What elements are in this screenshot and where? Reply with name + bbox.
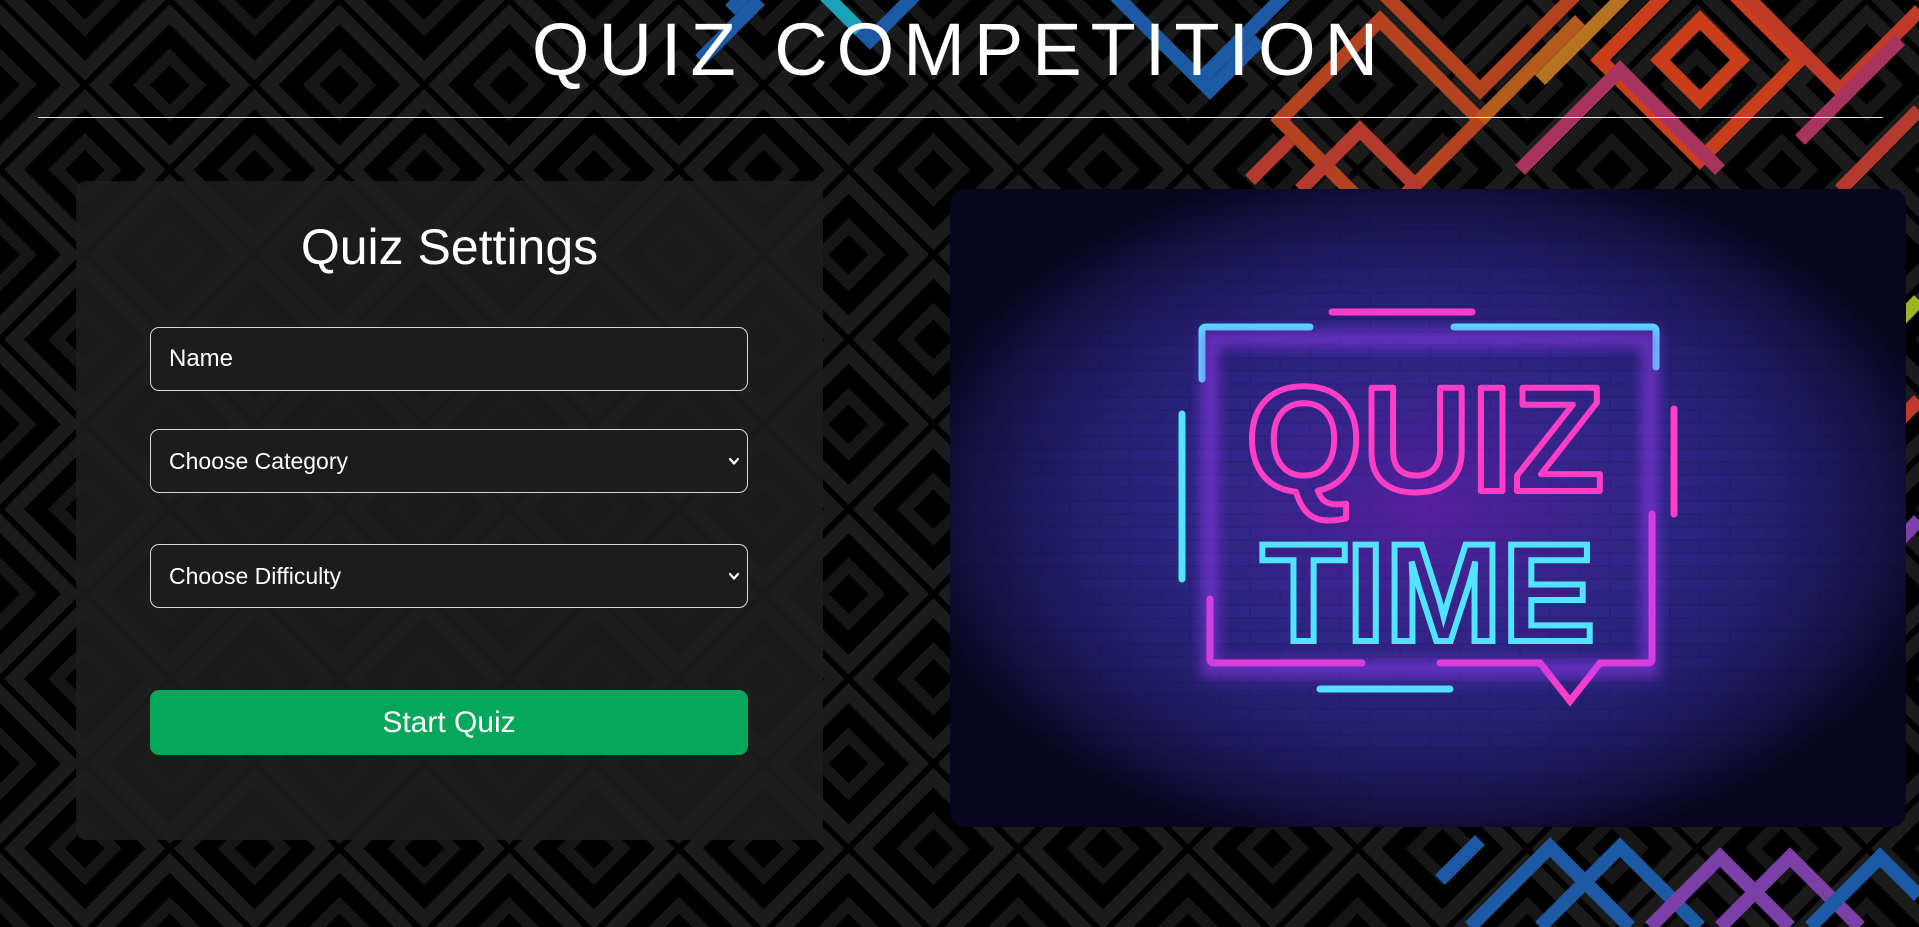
title-divider (38, 117, 1883, 118)
chevron-down-icon (728, 572, 740, 580)
neon-sign-illustration: QUIZ TIME (950, 189, 1906, 827)
page-title: QUIZ COMPETITION (531, 8, 1388, 91)
category-select-value: Choose Category (169, 447, 348, 474)
name-input-placeholder: Name (169, 345, 234, 372)
category-select[interactable]: Choose Category (150, 429, 748, 493)
difficulty-select[interactable]: Choose Difficulty (150, 544, 748, 608)
quiz-page: QUIZ COMPETITION Quiz Settings Name Choo… (0, 0, 1919, 927)
start-quiz-button[interactable]: Start Quiz (150, 690, 748, 755)
chevron-down-icon (728, 457, 740, 465)
difficulty-select-value: Choose Difficulty (169, 562, 342, 589)
neon-time-word: TIME (1261, 514, 1595, 671)
panel-title: Quiz Settings (300, 219, 599, 275)
neon-quiz-word: QUIZ (1246, 355, 1604, 523)
quiz-time-image: QUIZ TIME (950, 189, 1906, 827)
name-input[interactable]: Name (150, 327, 748, 391)
quiz-settings-panel: Quiz Settings Name Choose Category Choos… (76, 181, 823, 840)
